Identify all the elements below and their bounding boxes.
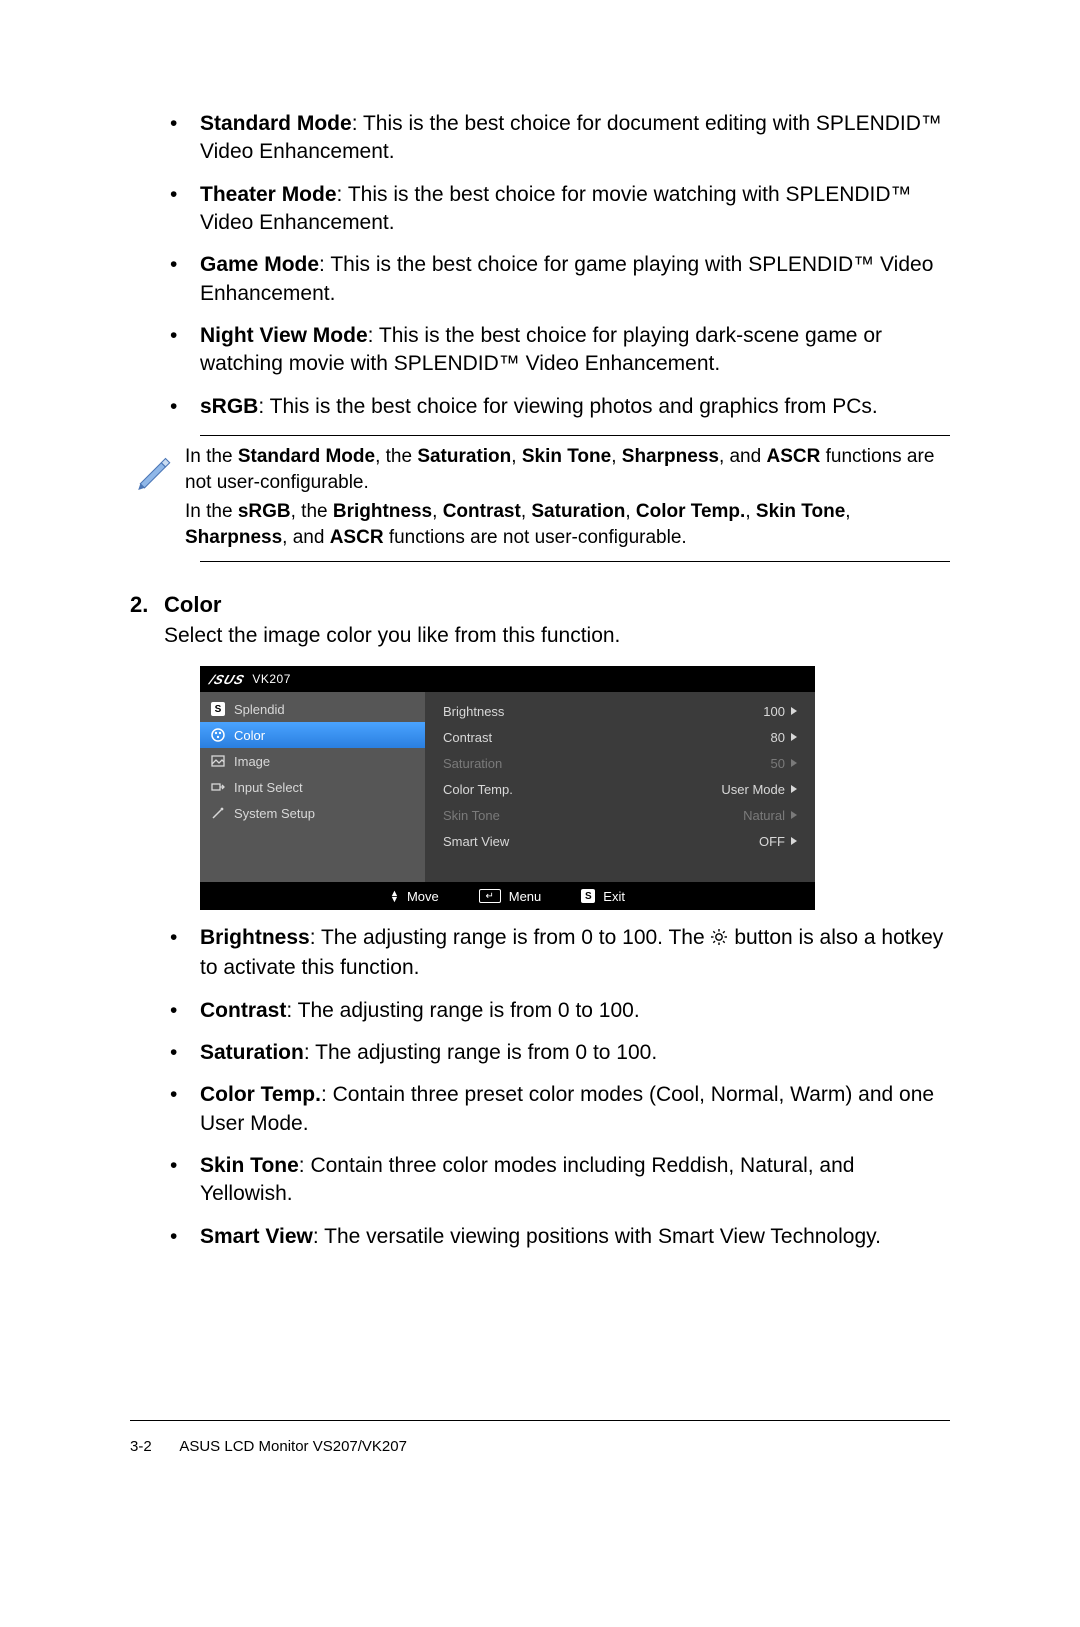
arrow-right-icon <box>791 811 797 819</box>
color-skintone: Skin Tone: Contain three color modes inc… <box>170 1152 950 1209</box>
note-rule-top <box>200 435 950 436</box>
osd-row-brightness[interactable]: Brightness 100 <box>443 698 797 724</box>
mode-title: Theater Mode <box>200 183 337 206</box>
input-icon <box>210 779 226 795</box>
color-contrast: Contrast: The adjusting range is from 0 … <box>170 997 950 1025</box>
arrow-right-icon <box>791 733 797 741</box>
osd-hint-move: ▲▼ Move <box>390 889 439 904</box>
section-number: 2. <box>130 592 164 618</box>
arrow-right-icon <box>791 837 797 845</box>
section-2-header: 2.Color <box>130 592 950 618</box>
palette-icon <box>210 727 226 743</box>
arrow-right-icon <box>791 759 797 767</box>
osd-row-contrast[interactable]: Contrast 80 <box>443 724 797 750</box>
up-down-arrows-icon: ▲▼ <box>390 890 399 902</box>
color-option-list: Brightness: The adjusting range is from … <box>170 924 950 1251</box>
mode-title: Night View Mode <box>200 324 368 347</box>
osd-titlebar: /SUS VK207 <box>200 666 815 692</box>
asus-logo: /SUS <box>210 672 244 687</box>
osd-item-splendid[interactable]: S Splendid <box>200 696 425 722</box>
arrow-right-icon <box>791 707 797 715</box>
note-text: In the Standard Mode, the Saturation, Sk… <box>185 444 950 551</box>
s-key-icon: S <box>581 889 595 903</box>
mode-title: sRGB <box>200 395 258 418</box>
pen-note-icon <box>130 444 185 496</box>
color-saturation: Saturation: The adjusting range is from … <box>170 1039 950 1067</box>
footer-page-number: 3-2 <box>130 1438 176 1455</box>
osd-item-image[interactable]: Image <box>200 748 425 774</box>
color-temp: Color Temp.: Contain three preset color … <box>170 1081 950 1138</box>
osd-menu-right: Brightness 100 Contrast 80 Saturation 50… <box>425 692 815 882</box>
mode-title: Game Mode <box>200 253 319 276</box>
osd-item-system-setup[interactable]: System Setup <box>200 800 425 826</box>
footer-text: ASUS LCD Monitor VS207/VK207 <box>179 1438 407 1455</box>
page-footer: 3-2 ASUS LCD Monitor VS207/VK207 <box>130 1438 407 1455</box>
enter-key-icon: ↵ <box>479 889 501 903</box>
osd-hint-menu: ↵ Menu <box>479 889 542 904</box>
osd-footer: ▲▼ Move ↵ Menu S Exit <box>200 882 815 910</box>
color-smartview: Smart View: The versatile viewing positi… <box>170 1223 950 1251</box>
osd-screenshot: /SUS VK207 S Splendid Color <box>200 666 815 910</box>
osd-row-colortemp[interactable]: Color Temp. User Mode <box>443 776 797 802</box>
tools-icon <box>210 805 226 821</box>
mode-desc: : This is the best choice for viewing ph… <box>258 395 877 418</box>
splendid-mode-list: Standard Mode : This is the best choice f… <box>170 110 950 421</box>
mode-standard: Standard Mode: This is the best choice f… <box>170 110 950 167</box>
image-icon <box>210 753 226 769</box>
osd-hint-exit: S Exit <box>581 889 625 904</box>
footer-rule <box>130 1420 950 1421</box>
page-content: Standard Mode : This is the best choice f… <box>130 110 950 1265</box>
arrow-right-icon <box>791 785 797 793</box>
section-2-body: Select the image color you like from thi… <box>164 622 950 650</box>
osd-row-smartview[interactable]: Smart View OFF <box>443 828 797 854</box>
osd-model: VK207 <box>252 672 291 686</box>
brightness-sun-icon <box>710 926 728 954</box>
mode-night-view: Night View Mode: This is the best choice… <box>170 322 950 379</box>
splendid-s-icon: S <box>210 701 226 717</box>
mode-srgb: sRGB: This is the best choice for viewin… <box>170 393 950 421</box>
note-block: In the Standard Mode, the Saturation, Sk… <box>130 435 950 562</box>
osd-row-skintone: Skin Tone Natural <box>443 802 797 828</box>
section-title: Color <box>164 592 221 617</box>
note-rule-bottom <box>200 561 950 562</box>
osd-item-input-select[interactable]: Input Select <box>200 774 425 800</box>
osd-item-color[interactable]: Color <box>200 722 425 748</box>
osd-row-saturation: Saturation 50 <box>443 750 797 776</box>
mode-game: Game Mode: This is the best choice for g… <box>170 251 950 308</box>
mode-title: Standard Mode <box>200 112 352 135</box>
osd-menu-left: S Splendid Color Image <box>200 692 425 882</box>
color-brightness: Brightness: The adjusting range is from … <box>170 924 950 983</box>
mode-theater: Theater Mode: This is the best choice fo… <box>170 181 950 238</box>
